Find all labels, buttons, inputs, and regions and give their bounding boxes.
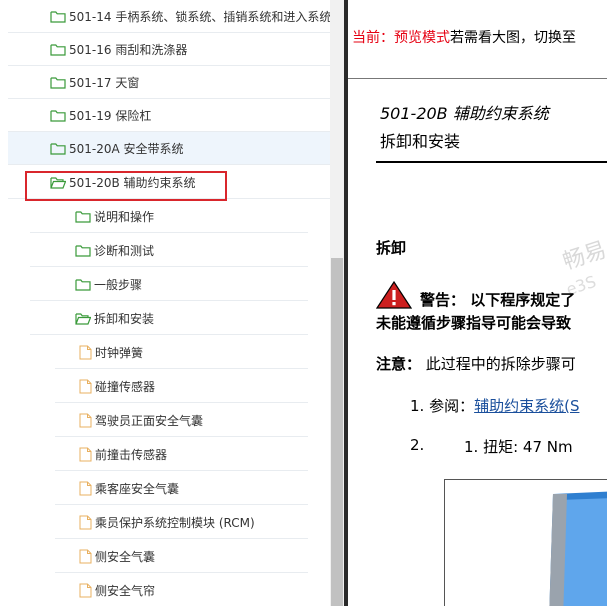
folder-icon (50, 43, 66, 56)
tree-item-label: 驾驶员正面安全气囊 (95, 413, 204, 428)
tree-item-label: 501-17 天窗 (69, 75, 140, 90)
tree-item-501-14[interactable]: 501-14 手柄系统、锁系统、插销系统和进入系统 (8, 0, 330, 33)
scrollbar-thumb[interactable] (331, 258, 343, 606)
folder-open-icon (50, 176, 66, 189)
preview-mode-hint[interactable]: 若需看大图，切换至 (450, 30, 576, 46)
tree-scrollbar[interactable] (330, 0, 344, 606)
tree-item-label: 501-20B 辅助约束系统 (69, 175, 196, 190)
folder-icon (50, 142, 66, 155)
tree-item-label: 501-20A 安全带系统 (69, 141, 184, 156)
document-icon (79, 481, 92, 496)
section-heading-removal: 拆卸 (376, 239, 407, 257)
tree-item-description[interactable]: 说明和操作 (30, 200, 308, 233)
tree-item-passenger-airbag[interactable]: 乘客座安全气囊 (55, 472, 308, 505)
folder-icon (50, 109, 66, 122)
tree-item-diagnosis[interactable]: 诊断和测试 (30, 234, 308, 267)
folder-open-icon (75, 312, 91, 325)
step-2-number: 2. (410, 436, 425, 454)
tree-item-general-procedures[interactable]: 一般步骤 (30, 268, 308, 301)
note-paragraph: 注意： 此过程中的拆除步骤可 (376, 353, 576, 374)
tree-item-front-impact-sensor[interactable]: 前撞击传感器 (55, 438, 308, 471)
tree-item-label: 乘员保护系统控制模块 (RCM) (95, 515, 255, 530)
tree-item-label: 诊断和测试 (94, 243, 155, 258)
document-icon (79, 583, 92, 598)
note-label: 注意： (376, 355, 422, 373)
preview-mode-notice: 当前：预览模式若需看大图，切换至 (352, 27, 576, 47)
document-title: 501-20B 辅助约束系统 (380, 104, 549, 123)
tree-item-removal-installation[interactable]: 拆卸和安装 (30, 302, 308, 335)
tree-item-label: 说明和操作 (94, 209, 155, 224)
document-icon (79, 413, 92, 428)
note-text: 此过程中的拆除步骤可 (421, 355, 576, 373)
document-icon (79, 549, 92, 564)
step-1-link[interactable]: 辅助约束系统(S (474, 397, 579, 415)
tree-item-501-19[interactable]: 501-19 保险杠 (8, 99, 330, 132)
document-icon (79, 515, 92, 530)
step-1: 1. 参阅：辅助约束系统(S (410, 395, 579, 416)
folder-icon (50, 76, 66, 89)
tree-item-label: 一般步骤 (94, 277, 143, 292)
tree-item-impact-sensor[interactable]: 碰撞传感器 (55, 370, 308, 403)
tree-item-label: 乘客座安全气囊 (95, 481, 180, 496)
warning-icon (375, 280, 413, 313)
tree-item-label: 前撞击传感器 (95, 447, 168, 462)
procedure-figure (444, 479, 607, 606)
navigation-tree: 501-14 手柄系统、锁系统、插销系统和进入系统 501-16 雨刮和洗涤器 … (0, 0, 330, 606)
document-icon (79, 345, 92, 360)
tree-item-501-17[interactable]: 501-17 天窗 (8, 66, 330, 99)
tree-item-label: 拆卸和安装 (94, 311, 155, 326)
document-preview-panel: 当前：预览模式若需看大图，切换至 501-20B 辅助约束系统 拆卸和安装 畅易… (344, 0, 607, 606)
tree-item-501-20a[interactable]: 501-20A 安全带系统 (8, 132, 330, 165)
warning-text-line-2: 未能遵循步骤指导可能会导致 (376, 314, 572, 332)
tree-item-501-16[interactable]: 501-16 雨刮和洗涤器 (8, 33, 330, 66)
document-icon (79, 447, 92, 462)
tree-item-label: 时钟弹簧 (95, 345, 144, 360)
tree-item-label: 501-14 手柄系统、锁系统、插销系统和进入系统 (69, 9, 330, 24)
tree-item-label: 501-16 雨刮和洗涤器 (69, 42, 188, 57)
tree-item-label: 侧安全气囊 (95, 549, 156, 564)
tree-item-side-airbag[interactable]: 侧安全气囊 (55, 540, 308, 573)
tree-item-side-curtain[interactable]: 侧安全气帘 (55, 574, 308, 606)
tree-item-label: 501-19 保险杠 (69, 108, 152, 123)
tree-item-label: 碰撞传感器 (95, 379, 156, 394)
folder-icon (50, 10, 66, 23)
folder-icon (75, 244, 91, 257)
step-1-prefix: 1. 参阅： (410, 397, 475, 415)
tree-item-clockspring[interactable]: 时钟弹簧 (55, 336, 308, 369)
document-subtitle: 拆卸和安装 (380, 132, 461, 151)
folder-icon (75, 210, 91, 223)
header-divider (376, 161, 607, 163)
tree-item-driver-airbag[interactable]: 驾驶员正面安全气囊 (55, 404, 308, 437)
step-2-text: 1. 扭矩: 47 Nm (464, 438, 573, 456)
warning-text-line-1: 警告： 以下程序规定了 (420, 291, 576, 309)
tree-item-rcm[interactable]: 乘员保护系统控制模块 (RCM) (55, 506, 308, 539)
preview-mode-label: 当前：预览模式 (352, 30, 450, 46)
tree-item-501-20b[interactable]: 501-20B 辅助约束系统 (8, 166, 330, 199)
tree-item-label: 侧安全气帘 (95, 583, 156, 598)
document-icon (79, 379, 92, 394)
folder-icon (75, 278, 91, 291)
